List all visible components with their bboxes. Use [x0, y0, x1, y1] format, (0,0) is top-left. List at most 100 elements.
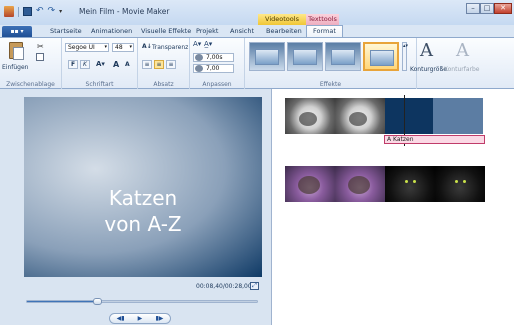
paste-button[interactable]: Einfügen: [2, 64, 28, 71]
fullscreen-icon[interactable]: ⤢: [250, 282, 259, 290]
context-tab-texttools: Texttools: [306, 14, 339, 25]
preview-pane: Katzen von A-Z 00:08,40/00:28,00 ⤢ ◀▮ ▶ …: [0, 89, 272, 325]
tab-format[interactable]: Format: [306, 25, 343, 37]
caption-text: Katzen: [393, 136, 414, 143]
effects-group-label: Effekte: [319, 81, 342, 88]
effect-thumbnail-4-selected[interactable]: [363, 42, 399, 71]
tab-animationen[interactable]: Animationen: [91, 25, 132, 37]
background-color-icon[interactable]: A▾: [193, 40, 201, 48]
clip-thumbnail[interactable]: [285, 98, 335, 134]
storyboard-pane: A Katzen: [272, 89, 514, 325]
outline-color-icon: A: [456, 40, 469, 61]
effect-preview: [255, 49, 279, 65]
copy-icon[interactable]: [36, 53, 44, 61]
font-family-value: Segoe UI: [68, 44, 95, 51]
start-time-value: 7,00s: [206, 54, 223, 61]
caption-icon: A: [387, 136, 392, 143]
previous-frame-icon[interactable]: ◀▮: [117, 315, 125, 322]
seek-thumb[interactable]: [92, 298, 102, 305]
effects-group: ▴▾ Effekte: [245, 38, 417, 89]
font-family-select[interactable]: Segoe UI ▾: [65, 43, 109, 52]
playback-controls: ◀▮ ▶ ▮▶: [109, 313, 171, 324]
clip-thumbnail[interactable]: [435, 166, 485, 202]
align-right-icon[interactable]: ≡: [166, 60, 176, 69]
clip-thumbnail[interactable]: [285, 166, 335, 202]
undo-icon[interactable]: ↶: [36, 7, 44, 16]
adjust-group-label: Anpassen: [202, 81, 232, 88]
font-group: Segoe UI ▾ 48 ▾ F K A▾ A A Schriftart: [62, 38, 138, 89]
workspace: Katzen von A-Z 00:08,40/00:28,00 ⤢ ◀▮ ▶ …: [0, 89, 514, 325]
effects-scroll-button[interactable]: ▴▾: [402, 42, 408, 71]
duration-icon: [195, 65, 203, 72]
maximize-button[interactable]: □: [480, 3, 494, 14]
qat-separator: [18, 6, 19, 17]
duration-value: 7,00: [206, 65, 220, 72]
text-caption-track[interactable]: A Katzen: [384, 135, 485, 144]
tab-startseite[interactable]: Startseite: [50, 25, 82, 37]
quick-access-toolbar: ↶ ↷ ▾: [4, 6, 62, 17]
clipboard-group: Einfügen ✂ Zwischenablage: [0, 38, 62, 89]
storyboard-row-1: [285, 98, 483, 134]
next-frame-icon[interactable]: ▮▶: [155, 315, 163, 322]
close-button[interactable]: ✕: [494, 3, 512, 14]
clip-thumbnail[interactable]: [335, 166, 385, 202]
minimize-button[interactable]: –: [466, 3, 480, 14]
save-icon[interactable]: [23, 7, 32, 16]
clip-thumbnail[interactable]: [385, 166, 435, 202]
title-slide-block[interactable]: [385, 98, 433, 134]
bold-button[interactable]: F: [68, 60, 78, 69]
effect-preview: [293, 49, 317, 65]
text-color-icon[interactable]: A̲▾: [204, 40, 212, 48]
clip-thumbnail[interactable]: [335, 98, 385, 134]
tab-bearbeiten[interactable]: Bearbeiten: [266, 25, 302, 37]
effect-preview: [370, 50, 394, 66]
context-tab-videotools: Videotools: [258, 14, 306, 25]
font-size-value: 48: [115, 44, 123, 51]
storyboard-row-2: [285, 166, 485, 202]
preview-monitor: Katzen von A-Z: [24, 97, 262, 277]
play-icon[interactable]: ▶: [138, 315, 143, 322]
tab-projekt[interactable]: Projekt: [196, 25, 218, 37]
start-time-icon: [195, 54, 203, 61]
title-bar: ↶ ↷ ▾ Mein Film - Movie Maker Videotools…: [0, 0, 514, 25]
font-size-select[interactable]: 48 ▾: [112, 43, 134, 52]
paste-icon[interactable]: [9, 42, 24, 60]
seek-progress-fill: [27, 301, 97, 302]
window-controls: – □ ✕: [466, 3, 512, 14]
start-time-field[interactable]: 7,00s: [193, 53, 234, 62]
file-menu-button[interactable]: ▪▪ ▾: [2, 26, 32, 37]
align-center-icon[interactable]: ≡: [154, 60, 164, 69]
redo-icon[interactable]: ↷: [48, 7, 56, 16]
cut-icon[interactable]: ✂: [37, 42, 44, 51]
app-icon[interactable]: [4, 6, 14, 17]
effect-thumbnail-1[interactable]: [249, 42, 285, 71]
time-readout: 00:08,40/00:28,00: [196, 283, 252, 290]
shrink-font-button[interactable]: A: [125, 61, 130, 68]
outline-size-button[interactable]: Konturgröße: [410, 66, 447, 73]
paragraph-group-label: Absatz: [153, 81, 174, 88]
align-left-icon[interactable]: ≡: [142, 60, 152, 69]
outline-size-icon[interactable]: A: [420, 40, 433, 61]
tab-ansicht[interactable]: Ansicht: [230, 25, 254, 37]
font-group-label: Schriftart: [85, 81, 114, 88]
ribbon-tabs: ▪▪ ▾ Startseite Animationen Visuelle Eff…: [0, 25, 514, 37]
chevron-down-icon: ▾: [104, 44, 107, 50]
adjust-group: A▾ A̲▾ 7,00s 7,00 Anpassen: [190, 38, 245, 89]
slide-title-text: Katzen von A-Z: [104, 186, 182, 236]
transparency-icon[interactable]: A↓: [142, 43, 152, 50]
title-slide-block[interactable]: [433, 98, 483, 134]
font-color-icon[interactable]: A▾: [96, 60, 105, 68]
seek-slider[interactable]: [26, 298, 258, 305]
italic-button[interactable]: K: [80, 60, 90, 69]
tab-visuelle-effekte[interactable]: Visuelle Effekte: [141, 25, 191, 37]
ribbon: Einfügen ✂ Zwischenablage Segoe UI ▾ 48 …: [0, 37, 514, 89]
window-title: Mein Film - Movie Maker: [79, 7, 170, 16]
effect-thumbnail-3[interactable]: [325, 42, 361, 71]
customize-dropdown-icon[interactable]: ▾: [59, 8, 62, 15]
transparency-button[interactable]: Transparenz: [152, 44, 188, 51]
effect-thumbnail-2[interactable]: [287, 42, 323, 71]
duration-field[interactable]: 7,00: [193, 64, 234, 73]
clipboard-group-label: Zwischenablage: [6, 81, 55, 88]
effect-preview: [331, 49, 355, 65]
grow-font-button[interactable]: A: [113, 60, 119, 69]
